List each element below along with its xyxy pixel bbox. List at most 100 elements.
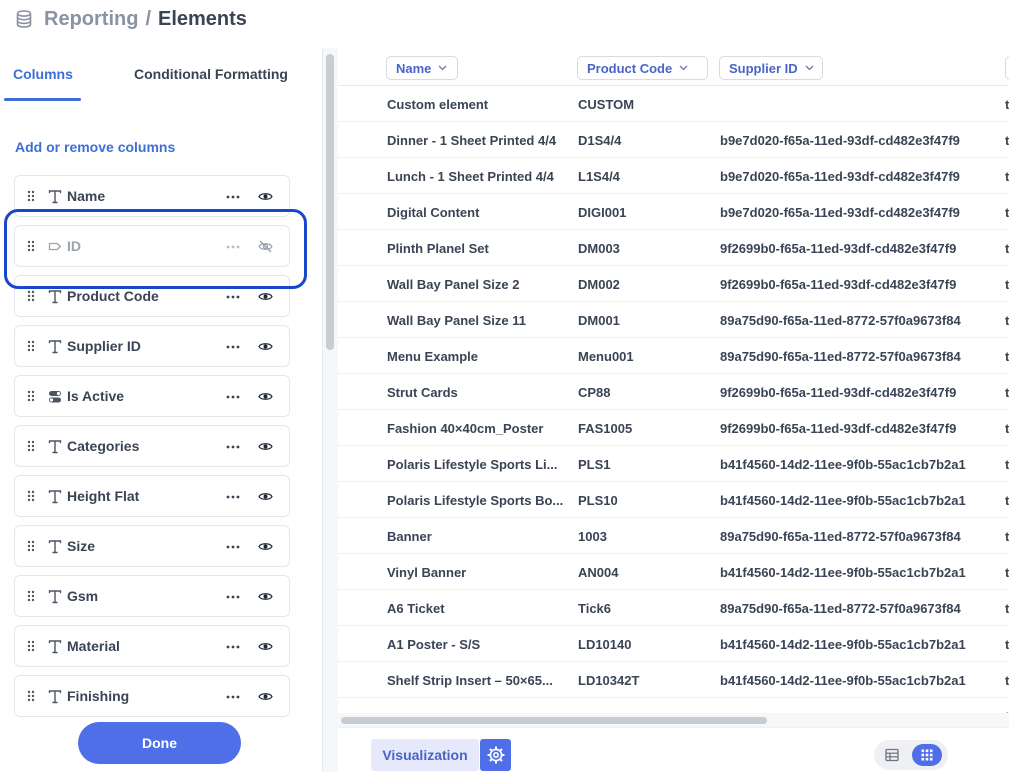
column-row[interactable]: Size	[14, 525, 290, 567]
drag-handle-icon[interactable]	[27, 240, 35, 252]
visualization-settings-button[interactable]	[480, 739, 511, 771]
drag-handle-icon[interactable]	[27, 690, 35, 702]
table-row[interactable]: Digital Content DIGI001 b9e7d020-f65a-11ed…	[338, 194, 1009, 230]
table-row[interactable]: Lunch - 1 Sheet Printed 4/4 L1S4/4 b9e7d02…	[338, 158, 1009, 194]
tab-conditional-formatting[interactable]: Conditional Formatting	[134, 66, 288, 82]
cell-product-code: DM002	[578, 277, 620, 292]
cell-supplier-id: 89a75d90-f65a-11ed-8772-57f0a9673f84	[720, 313, 961, 328]
eye-icon[interactable]	[258, 589, 273, 604]
grid-view-button[interactable]	[912, 744, 942, 766]
more-options-icon[interactable]	[226, 545, 240, 549]
more-options-icon[interactable]	[226, 495, 240, 499]
column-row[interactable]: Supplier ID	[14, 325, 290, 367]
column-header-name[interactable]: Name	[386, 56, 458, 80]
panel-tabs: Columns Conditional Formatting	[0, 48, 322, 102]
table-row[interactable]: t	[338, 698, 1009, 713]
eye-icon[interactable]	[258, 289, 273, 304]
table-row[interactable]: Shelf Strip Insert – 50×65... LD10342T b41…	[338, 662, 1009, 698]
column-label: Finishing	[67, 688, 130, 704]
cell-product-code: L1S4/4	[578, 169, 620, 184]
done-button[interactable]: Done	[78, 722, 241, 764]
cell-product-code: CP88	[578, 385, 611, 400]
table-row[interactable]: Polaris Lifestyle Sports Bo... PLS10 b41f4…	[338, 482, 1009, 518]
drag-handle-icon[interactable]	[27, 540, 35, 552]
drag-handle-icon[interactable]	[27, 490, 35, 502]
eye-icon[interactable]	[258, 489, 273, 504]
drag-handle-icon[interactable]	[27, 440, 35, 452]
table-row[interactable]: Wall Bay Panel Size 2 DM002 9f2699b0-f65a-…	[338, 266, 1009, 302]
table-row[interactable]: Wall Bay Panel Size 11 DM001 89a75d90-f65a…	[338, 302, 1009, 338]
column-row[interactable]: Gsm	[14, 575, 290, 617]
table-row[interactable]: Strut Cards CP88 9f2699b0-f65a-11ed-93df-c…	[338, 374, 1009, 410]
table-row[interactable]: A1 Poster - S/S LD10140 b41f4560-14d2-11ee…	[338, 626, 1009, 662]
drag-handle-icon[interactable]	[27, 390, 35, 402]
column-row[interactable]: Height Flat	[14, 475, 290, 517]
breadcrumb-reporting[interactable]: Reporting	[44, 8, 138, 31]
more-options-icon[interactable]	[226, 445, 240, 449]
column-row[interactable]: Is Active	[14, 375, 290, 417]
cell-supplier-id: 89a75d90-f65a-11ed-8772-57f0a9673f84	[720, 601, 961, 616]
column-label: Material	[67, 638, 120, 654]
more-options-icon[interactable]	[226, 295, 240, 299]
more-options-icon[interactable]	[226, 245, 240, 249]
table-row[interactable]: Fashion 40×40cm_Poster FAS1005 9f2699b0-f6…	[338, 410, 1009, 446]
add-remove-columns-link[interactable]: Add or remove columns	[15, 139, 175, 155]
table-view-icon[interactable]	[884, 747, 900, 763]
eye-icon[interactable]	[258, 439, 273, 454]
drag-handle-icon[interactable]	[27, 340, 35, 352]
more-options-icon[interactable]	[226, 695, 240, 699]
cell-product-code: CUSTOM	[578, 97, 635, 112]
eye-icon[interactable]	[258, 189, 273, 204]
more-options-icon[interactable]	[226, 345, 240, 349]
cell-name: Menu Example	[387, 349, 479, 364]
column-row[interactable]: Finishing	[14, 675, 290, 717]
cell-next-column: t	[1005, 529, 1009, 544]
table-row[interactable]: A6 Ticket Tick6 89a75d90-f65a-11ed-8772-57…	[338, 590, 1009, 626]
column-header-next[interactable]	[1005, 56, 1009, 80]
table-scrollbar-thumb[interactable]	[341, 717, 767, 724]
cell-product-code: LD10140	[578, 637, 632, 652]
eye-icon[interactable]	[258, 539, 273, 554]
more-options-icon[interactable]	[226, 195, 240, 199]
active-tab-indicator	[4, 98, 81, 101]
table-row[interactable]: Custom element CUSTOM t	[338, 86, 1009, 122]
column-row[interactable]: Categories	[14, 425, 290, 467]
table-row[interactable]: Menu Example Menu001 89a75d90-f65a-11ed-87…	[338, 338, 1009, 374]
table-row[interactable]: Plinth Planel Set DM003 9f2699b0-f65a-11ed…	[338, 230, 1009, 266]
column-row[interactable]: Product Code	[14, 275, 290, 317]
more-options-icon[interactable]	[226, 395, 240, 399]
text-type-icon	[48, 690, 62, 704]
cell-name: A6 Ticket	[387, 601, 445, 616]
eye-off-icon[interactable]	[258, 239, 273, 254]
cell-supplier-id: 9f2699b0-f65a-11ed-93df-cd482e3f47f9	[720, 421, 957, 436]
column-row[interactable]: ID	[14, 225, 290, 267]
drag-handle-icon[interactable]	[27, 590, 35, 602]
more-options-icon[interactable]	[226, 595, 240, 599]
text-type-icon	[48, 540, 62, 554]
table-row[interactable]: Polaris Lifestyle Sports Li... PLS1 b41f45…	[338, 446, 1009, 482]
column-row[interactable]: Name	[14, 175, 290, 217]
eye-icon[interactable]	[258, 689, 273, 704]
eye-icon[interactable]	[258, 639, 273, 654]
drag-handle-icon[interactable]	[27, 640, 35, 652]
table-row[interactable]: Banner 1003 89a75d90-f65a-11ed-8772-57f0a9…	[338, 518, 1009, 554]
visualization-button[interactable]: Visualization	[371, 739, 479, 771]
eye-icon[interactable]	[258, 389, 273, 404]
cell-name: Lunch - 1 Sheet Printed 4/4	[387, 169, 554, 184]
drag-handle-icon[interactable]	[27, 190, 35, 202]
column-row[interactable]: Material	[14, 625, 290, 667]
column-header-product-code[interactable]: Product Code	[577, 56, 708, 80]
cell-supplier-id: 89a75d90-f65a-11ed-8772-57f0a9673f84	[720, 529, 961, 544]
cell-name: Vinyl Banner	[387, 565, 467, 580]
panel-scrollbar-thumb[interactable]	[326, 54, 334, 350]
table-row[interactable]: Vinyl Banner AN004 b41f4560-14d2-11ee-9f0b…	[338, 554, 1009, 590]
drag-handle-icon[interactable]	[27, 290, 35, 302]
more-options-icon[interactable]	[226, 645, 240, 649]
column-header-supplier-id[interactable]: Supplier ID	[719, 56, 823, 80]
table-row[interactable]: Dinner - 1 Sheet Printed 4/4 D1S4/4 b9e7d0…	[338, 122, 1009, 158]
tab-columns[interactable]: Columns	[13, 66, 73, 82]
cell-name: Polaris Lifestyle Sports Li...	[387, 457, 558, 472]
eye-icon[interactable]	[258, 339, 273, 354]
cell-name: Polaris Lifestyle Sports Bo...	[387, 493, 564, 508]
cell-product-code: PLS1	[578, 457, 611, 472]
